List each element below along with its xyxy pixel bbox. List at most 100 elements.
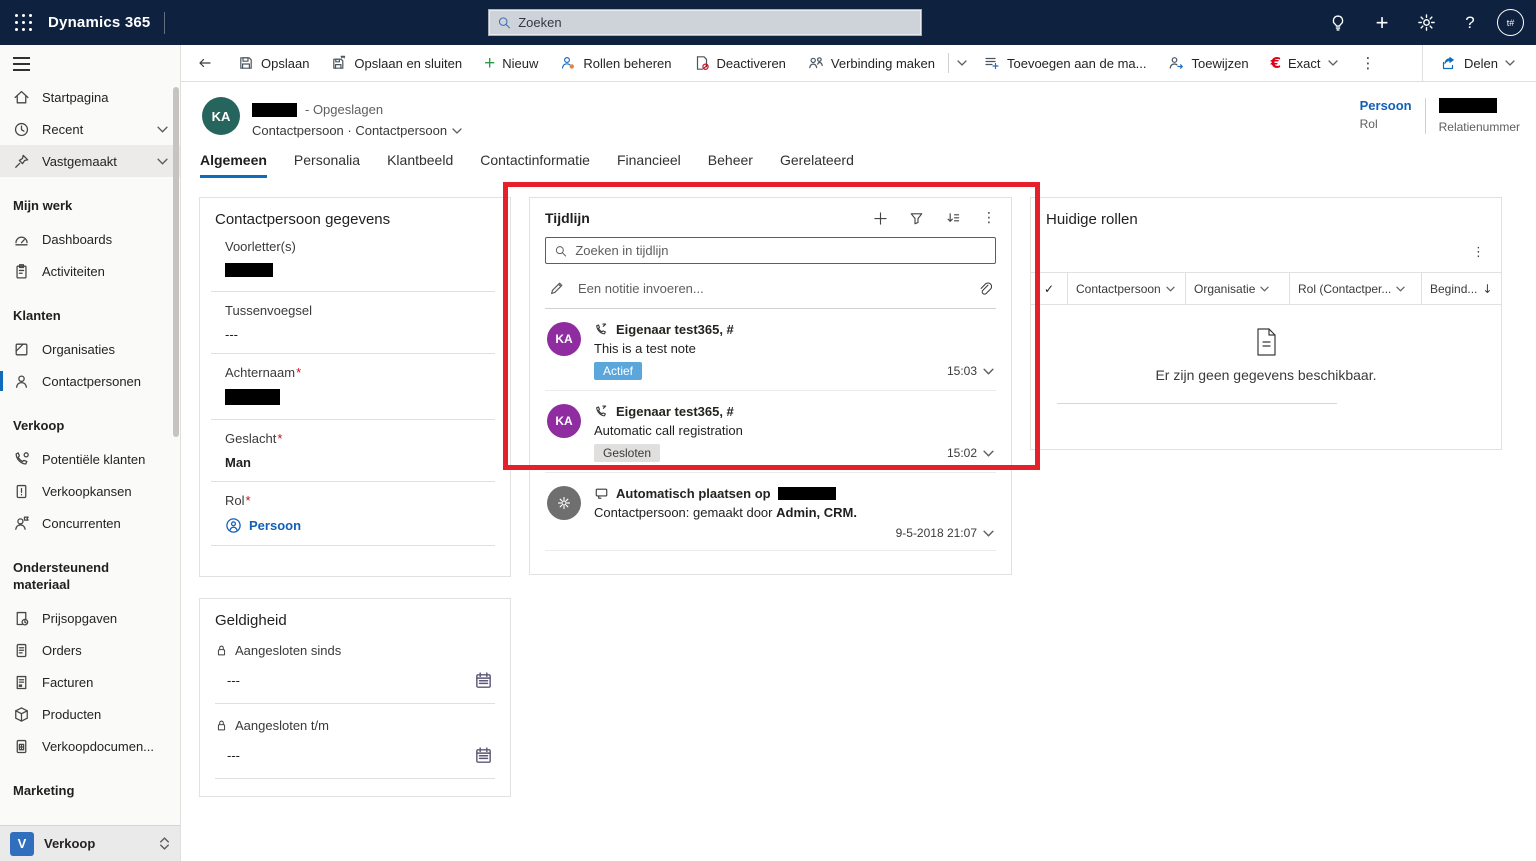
filter-icon[interactable]	[909, 211, 924, 226]
gear-icon[interactable]	[1409, 6, 1443, 40]
back-button[interactable]	[181, 55, 227, 71]
entry-time-toggle[interactable]: 9-5-2018 21:07	[896, 526, 994, 540]
system-avatar	[547, 486, 581, 520]
sidebar-section-klanten: Klanten	[13, 308, 61, 323]
field-rol: Rol* Persoon	[215, 493, 495, 534]
assign-icon	[1170, 57, 1184, 69]
assign-button[interactable]: Toewijzen	[1157, 45, 1259, 81]
entry-time-toggle[interactable]: 15:02	[947, 446, 994, 460]
chevron-down-icon	[1396, 286, 1406, 292]
share-button[interactable]: Delen	[1429, 45, 1526, 81]
auto-post-icon	[595, 488, 608, 499]
sidebar-collapse-button[interactable]	[0, 45, 40, 81]
calendar-icon[interactable]	[474, 746, 493, 765]
chevron-down-icon	[1260, 286, 1270, 292]
sidebar-item-potentiele-klanten[interactable]: Potentiële klanten	[0, 443, 180, 475]
record-entity-switcher[interactable]: Contactpersoon · Contactpersoon	[252, 123, 462, 138]
tab-personalia[interactable]: Personalia	[294, 152, 360, 178]
sort-desc-icon: ↓	[1482, 281, 1493, 296]
expand-all-icon[interactable]	[945, 211, 961, 226]
sidebar-item-startpagina[interactable]: Startpagina	[0, 81, 180, 113]
timeline-entry-call[interactable]: KA Eigenaar test365, # Automatic call re…	[545, 391, 996, 473]
role-lookup-link[interactable]: Persoon	[225, 517, 495, 534]
app-title[interactable]: Dynamics 365	[48, 14, 150, 31]
overflow-menu-button[interactable]: ⋮	[1349, 54, 1388, 72]
document-exclaim-icon	[16, 484, 27, 498]
column-organisatie[interactable]: Organisatie	[1185, 273, 1289, 304]
tab-algemeen[interactable]: Algemeen	[200, 152, 267, 178]
timeline-search-box[interactable]	[545, 237, 996, 264]
panel-title: Geldigheid	[215, 612, 287, 629]
sidebar-item-prijsopgaven[interactable]: Prijsopgaven	[0, 602, 180, 634]
connect-button[interactable]: Verbinding maken	[797, 45, 946, 81]
roles-table-header: ✓ Contactpersoon Organisatie Rol (Contac…	[1031, 273, 1501, 304]
exact-button[interactable]: € Exact	[1260, 45, 1349, 81]
global-search-box[interactable]	[488, 9, 922, 36]
field-tussenvoegsel[interactable]: Tussenvoegsel ---	[215, 303, 495, 342]
global-search-input[interactable]	[518, 15, 913, 30]
clipboard-icon	[16, 263, 27, 279]
role-label: Rol	[1359, 117, 1378, 131]
note-entry-field[interactable]: Een notitie invoeren...	[545, 274, 996, 309]
competitor-icon	[15, 515, 29, 530]
sidebar-item-verkoopkansen[interactable]: Verkoopkansen	[0, 475, 180, 507]
deactivate-button[interactable]: Deactiveren	[683, 45, 797, 81]
phone-call-icon	[595, 323, 607, 335]
timeline-more-icon[interactable]: ⋮	[982, 210, 996, 226]
empty-document-icon	[1257, 328, 1276, 356]
column-contactpersoon[interactable]: Contactpersoon	[1067, 273, 1185, 304]
save-and-close-button[interactable]: Opslaan en sluiten	[320, 45, 473, 81]
save-button[interactable]: Opslaan	[227, 45, 320, 81]
field-aangesloten-tm-value: ---	[227, 746, 493, 765]
document-clock-icon	[16, 611, 29, 626]
account-avatar[interactable]: t#	[1497, 9, 1524, 36]
sidebar-scrollbar[interactable]	[173, 87, 179, 437]
tab-gerelateerd[interactable]: Gerelateerd	[780, 152, 854, 178]
timeline-entry-note[interactable]: KA Eigenaar test365, # This is a test no…	[545, 309, 996, 391]
timeline-search-input[interactable]	[575, 243, 987, 258]
tab-financieel[interactable]: Financieel	[617, 152, 681, 178]
field-achternaam[interactable]: Achternaam*	[215, 365, 495, 408]
record-title: - Opgeslagen	[252, 102, 383, 117]
timeline-entry-autopost[interactable]: Automatisch plaatsen op Contactpersoon: …	[545, 473, 996, 551]
sidebar-item-contactpersonen[interactable]: Contactpersonen	[0, 365, 180, 397]
manage-roles-button[interactable]: Rollen beheren	[549, 45, 682, 81]
tab-contactinformatie[interactable]: Contactinformatie	[480, 152, 590, 178]
role-value[interactable]: Persoon	[1360, 98, 1412, 113]
paperclip-icon[interactable]	[978, 281, 992, 296]
sidebar-item-orders[interactable]: Orders	[0, 634, 180, 666]
waffle-icon	[14, 14, 32, 31]
person-icon	[15, 374, 28, 388]
tab-klantbeeld[interactable]: Klantbeeld	[387, 152, 453, 178]
tab-beheer[interactable]: Beheer	[708, 152, 753, 178]
add-icon[interactable]	[873, 211, 888, 226]
field-geslacht[interactable]: Geslacht* Man	[215, 431, 495, 470]
field-voorletters[interactable]: Voorletter(s)	[215, 239, 495, 280]
select-all-checkmark[interactable]: ✓	[1031, 273, 1067, 304]
lightbulb-icon[interactable]	[1321, 6, 1355, 40]
sidebar-item-verkoopdocumenten[interactable]: Verkoopdocumen...	[0, 730, 180, 762]
app-launcher-button[interactable]	[0, 0, 46, 45]
sidebar-item-facturen[interactable]: Facturen	[0, 666, 180, 698]
area-switcher[interactable]: V Verkoop	[0, 825, 180, 861]
plus-icon: +	[484, 52, 496, 74]
connect-split-chevron[interactable]	[951, 60, 973, 66]
column-rol[interactable]: Rol (Contactper...	[1289, 273, 1421, 304]
field-aangesloten-sinds-value: ---	[227, 671, 493, 690]
roles-more-icon[interactable]: ⋮	[1472, 245, 1485, 260]
plus-icon[interactable]: +	[1365, 6, 1399, 40]
sidebar-item-recent[interactable]: Recent	[0, 113, 180, 145]
calendar-icon[interactable]	[474, 671, 493, 690]
sidebar-item-concurrenten[interactable]: Concurrenten	[0, 507, 180, 539]
sidebar-item-producten[interactable]: Producten	[0, 698, 180, 730]
add-to-marketing-list-button[interactable]: Toevoegen aan de ma...	[973, 45, 1158, 81]
column-begindatum[interactable]: Begind... ↓	[1421, 273, 1501, 304]
help-icon[interactable]: ?	[1453, 6, 1487, 40]
sidebar-item-dashboards[interactable]: Dashboards	[0, 223, 180, 255]
sidebar-item-vastgemaakt[interactable]: Vastgemaakt	[0, 145, 180, 177]
sidebar-item-activiteiten[interactable]: Activiteiten	[0, 255, 180, 287]
entry-time-toggle[interactable]: 15:03	[947, 364, 994, 378]
timeline-title: Tijdlijn	[545, 210, 590, 226]
new-button[interactable]: + Nieuw	[473, 45, 549, 81]
sidebar-item-organisaties[interactable]: Organisaties	[0, 333, 180, 365]
